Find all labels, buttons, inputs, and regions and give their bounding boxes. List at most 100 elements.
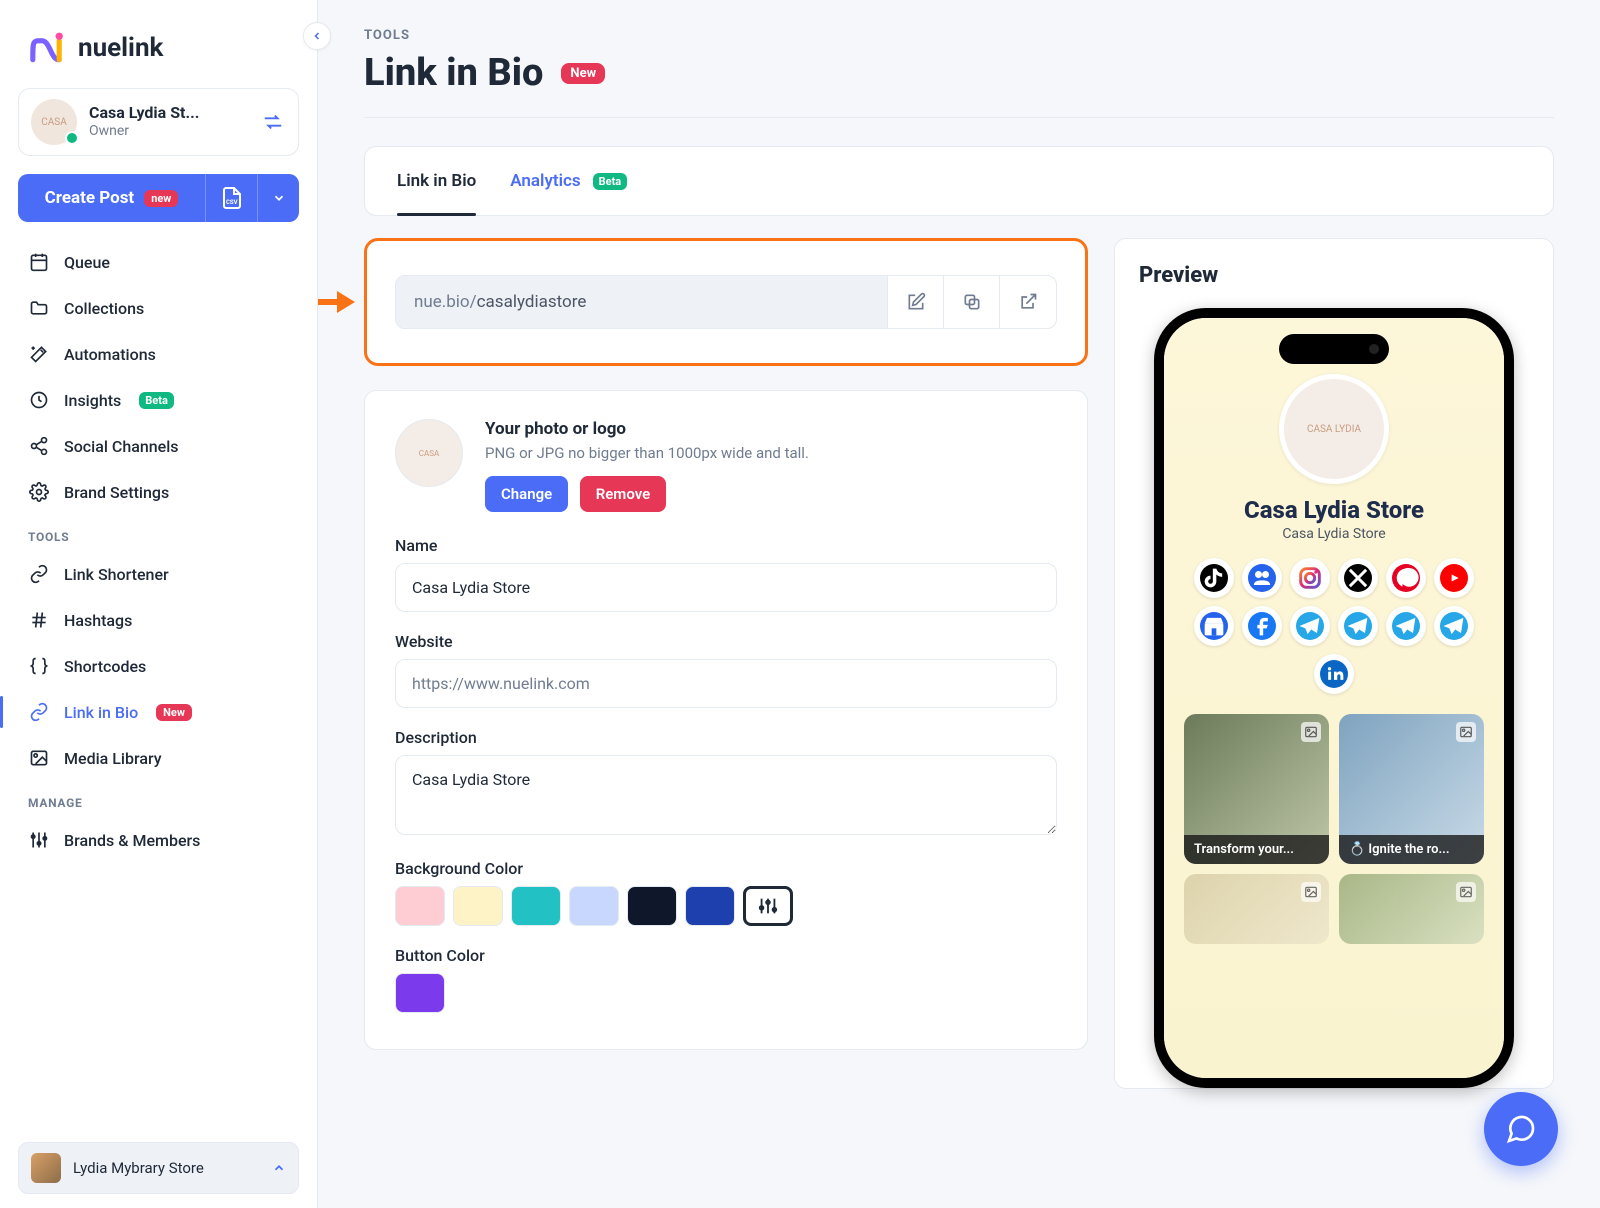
preview-card-2[interactable]	[1184, 874, 1329, 944]
name-input[interactable]	[395, 563, 1057, 612]
chain-icon	[28, 701, 50, 723]
bio-domain: nue.bio/	[414, 292, 477, 312]
description-label: Description	[395, 728, 1057, 747]
photo-subtitle: PNG or JPG no bigger than 1000px wide an…	[485, 443, 809, 464]
custom-color-button[interactable]	[743, 886, 793, 926]
nav-item-linkinbio[interactable]: Link in BioNew	[18, 690, 299, 734]
bg-swatch-2[interactable]	[511, 886, 561, 926]
nav-group-label: MANAGE	[18, 782, 299, 816]
social-gmb[interactable]	[1194, 606, 1234, 646]
collapse-sidebar-button[interactable]	[303, 22, 331, 50]
open-url-button[interactable]	[1000, 276, 1056, 328]
create-post-button[interactable]: Create Post new	[18, 174, 205, 222]
nav-item-insights[interactable]: InsightsBeta	[18, 378, 299, 422]
social-telegram[interactable]	[1290, 606, 1330, 646]
nav-item-social[interactable]: Social Channels	[18, 424, 299, 468]
create-post-dropdown[interactable]	[257, 174, 299, 222]
phone-mock: CASA LYDIA Casa Lydia Store Casa Lydia S…	[1154, 308, 1514, 1088]
social-telegram[interactable]	[1386, 606, 1426, 646]
new-badge: New	[561, 63, 605, 84]
button-color-swatch[interactable]	[395, 973, 445, 1013]
csv-icon: CSV	[220, 186, 244, 210]
form-card: CASA Your photo or logo PNG or JPG no bi…	[364, 390, 1088, 1050]
calendar-icon	[28, 251, 50, 273]
nav-item-automations[interactable]: Automations	[18, 332, 299, 376]
brand-avatar: CASA	[31, 99, 77, 145]
preview-grid: Transform your... 💍 Ignite the ro...	[1184, 714, 1484, 944]
website-label: Website	[395, 632, 1057, 651]
remove-photo-button[interactable]: Remove	[580, 476, 667, 512]
braces-icon	[28, 655, 50, 677]
nav-item-hashtags[interactable]: Hashtags	[18, 598, 299, 642]
social-linkedin[interactable]	[1314, 654, 1354, 694]
sidebar: nuelink CASA Casa Lydia St... Owner Crea…	[0, 0, 318, 1208]
beta-badge: Beta	[593, 173, 628, 190]
nav-item-brand[interactable]: Brand Settings	[18, 470, 299, 514]
preview-card-0[interactable]: Transform your...	[1184, 714, 1329, 864]
tabs: Link in Bio AnalyticsBeta	[364, 146, 1554, 216]
bg-swatch-1[interactable]	[453, 886, 503, 926]
button-color-label: Button Color	[395, 946, 1057, 965]
image-icon	[1301, 722, 1321, 742]
bg-swatch-3[interactable]	[569, 886, 619, 926]
sidebar-nav: QueueCollectionsAutomationsInsightsBetaS…	[18, 240, 299, 862]
bg-swatch-5[interactable]	[685, 886, 735, 926]
description-input[interactable]: Casa Lydia Store	[395, 755, 1057, 835]
image-icon	[1456, 722, 1476, 742]
brand-name: Casa Lydia St...	[89, 103, 199, 123]
folder-icon	[28, 297, 50, 319]
hash-icon	[28, 609, 50, 631]
sliders-icon	[28, 829, 50, 851]
social-pinterest[interactable]	[1386, 558, 1426, 598]
chat-fab[interactable]	[1484, 1092, 1558, 1166]
edit-url-button[interactable]	[888, 276, 944, 328]
beta-badge: Beta	[139, 392, 174, 409]
phone-notch	[1279, 334, 1389, 364]
bio-slug: casalydiastore	[477, 292, 587, 312]
bg-swatch-0[interactable]	[395, 886, 445, 926]
new-badge: new	[144, 190, 178, 207]
tab-link[interactable]: Link in Bio	[397, 147, 476, 215]
gear-icon	[28, 481, 50, 503]
social-telegram[interactable]	[1338, 606, 1378, 646]
nav-item-queue[interactable]: Queue	[18, 240, 299, 284]
photo-title: Your photo or logo	[485, 419, 809, 439]
bio-url-input[interactable]: nue.bio/casalydiastore	[396, 276, 888, 328]
social-group[interactable]	[1242, 558, 1282, 598]
nav-item-collections[interactable]: Collections	[18, 286, 299, 330]
social-telegram[interactable]	[1434, 606, 1474, 646]
preview-socials	[1194, 558, 1474, 694]
preview-card-1[interactable]: 💍 Ignite the ro...	[1339, 714, 1484, 864]
new-badge: New	[156, 704, 192, 721]
change-photo-button[interactable]: Change	[485, 476, 568, 512]
nav-item-shortcodes[interactable]: Shortcodes	[18, 644, 299, 688]
social-facebook[interactable]	[1242, 606, 1282, 646]
clock-icon	[28, 389, 50, 411]
preview-brand-name: Casa Lydia Store	[1244, 496, 1424, 524]
social-tiktok[interactable]	[1194, 558, 1234, 598]
nav-item-shortener[interactable]: Link Shortener	[18, 552, 299, 596]
copy-icon	[962, 292, 982, 312]
app-logo[interactable]: nuelink	[24, 26, 293, 70]
nav-group-label: TOOLS	[18, 516, 299, 550]
bg-swatch-4[interactable]	[627, 886, 677, 926]
copy-url-button[interactable]	[944, 276, 1000, 328]
user-name: Lydia Mybrary Store	[73, 1159, 204, 1177]
csv-import-button[interactable]: CSV	[205, 174, 257, 222]
social-instagram[interactable]	[1290, 558, 1330, 598]
brand-switcher[interactable]: CASA Casa Lydia St... Owner	[18, 88, 299, 156]
breadcrumb: TOOLS	[364, 28, 1554, 43]
nav-item-brands[interactable]: Brands & Members	[18, 818, 299, 862]
preview-card-3[interactable]	[1339, 874, 1484, 944]
chevron-down-icon	[272, 191, 286, 205]
sliders-icon	[757, 895, 779, 917]
tab-analytics[interactable]: AnalyticsBeta	[510, 147, 627, 215]
chevron-up-icon	[272, 1161, 286, 1175]
social-x[interactable]	[1338, 558, 1378, 598]
nav-item-media[interactable]: Media Library	[18, 736, 299, 780]
user-switcher[interactable]: Lydia Mybrary Store	[18, 1142, 299, 1194]
social-youtube[interactable]	[1434, 558, 1474, 598]
card-caption: 💍 Ignite the ro...	[1339, 835, 1484, 864]
website-input[interactable]	[395, 659, 1057, 708]
external-link-icon	[1018, 292, 1038, 312]
